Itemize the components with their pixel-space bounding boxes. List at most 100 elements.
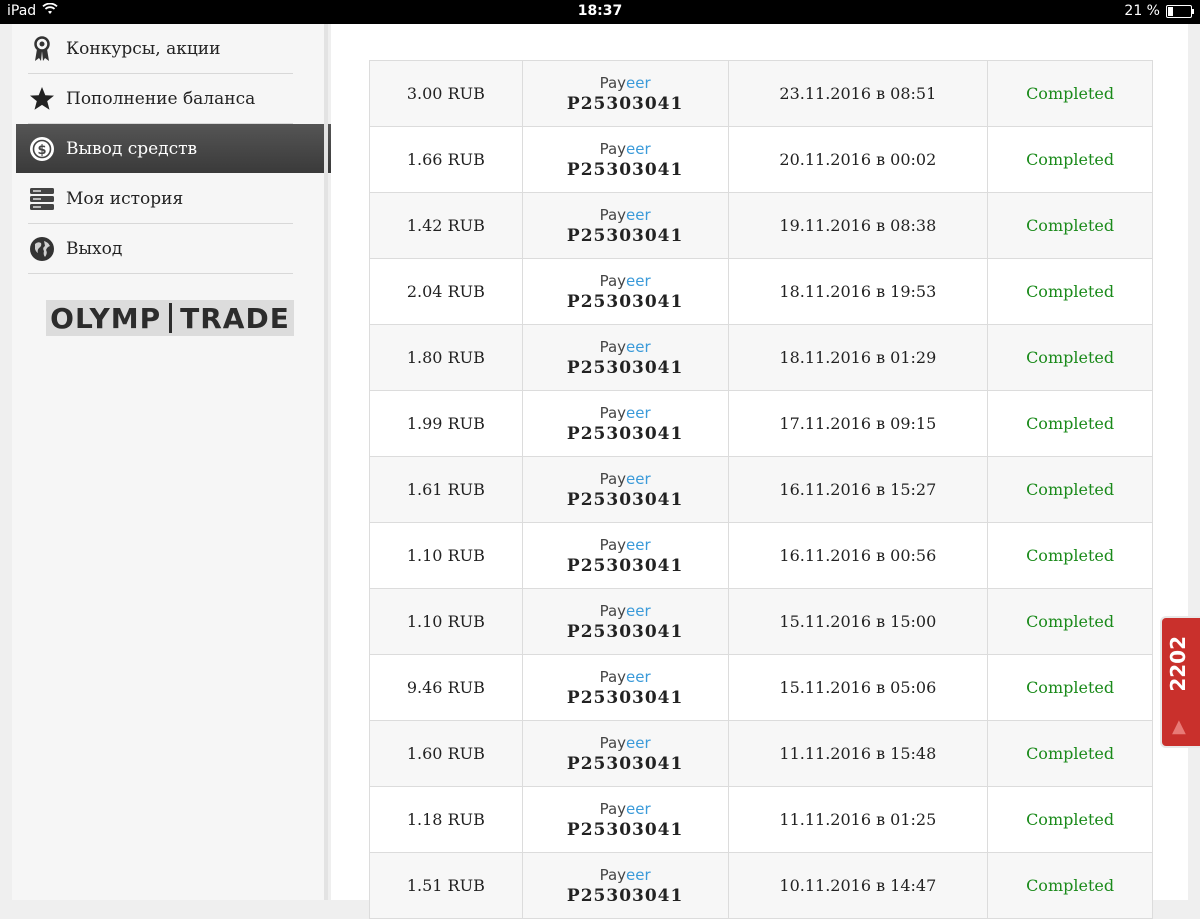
- payeer-logo: Payeer: [523, 601, 728, 621]
- payeer-logo-part1: Pay: [599, 271, 627, 290]
- sidebar-item-logout[interactable]: Выход: [28, 224, 293, 274]
- payeer-logo: Payeer: [523, 469, 728, 489]
- clock: 18:37: [577, 3, 623, 19]
- server-stack-icon: [28, 185, 56, 213]
- sidebar-item-deposit[interactable]: Пополнение баланса: [28, 74, 293, 124]
- status-cell: Completed: [987, 390, 1153, 457]
- table-row: 1.61 RUB Payeer P25303041 16.11.2016 в 15:2…: [369, 456, 1153, 523]
- status-badge: Completed: [1026, 414, 1115, 433]
- payment-system-cell: Payeer P25303041: [521, 720, 729, 787]
- amount-cell: 1.60 RUB: [369, 720, 523, 787]
- payeer-logo: Payeer: [523, 403, 728, 423]
- sidebar-item-history[interactable]: Моя история: [28, 174, 293, 224]
- status-badge: Completed: [1026, 150, 1115, 169]
- sidebar-item-label: Конкурсы, акции: [66, 38, 221, 59]
- payment-system-cell: Payeer P25303041: [521, 126, 729, 193]
- status-badge: Completed: [1026, 282, 1115, 301]
- logo-divider: [169, 303, 173, 333]
- payeer-logo-part2: eer: [626, 733, 651, 752]
- payeer-logo: Payeer: [523, 865, 728, 885]
- payeer-logo-part1: Pay: [599, 865, 627, 884]
- right-gutter: [1188, 24, 1200, 900]
- amount-cell: 1.10 RUB: [369, 522, 523, 589]
- status-cell: Completed: [987, 60, 1153, 127]
- sidebar-item-label: Вывод средств: [66, 138, 198, 159]
- account-number: P25303041: [566, 621, 684, 642]
- payeer-logo-part1: Pay: [599, 667, 627, 686]
- amount-cell: 1.10 RUB: [369, 588, 523, 655]
- date-cell: 11.11.2016 в 15:48: [727, 720, 989, 787]
- payment-system-cell: Payeer P25303041: [521, 588, 729, 655]
- status-badge: Completed: [1026, 612, 1115, 631]
- award-ribbon-icon: [28, 35, 56, 63]
- sidebar-item-contests[interactable]: Конкурсы, акции: [28, 24, 293, 74]
- status-badge: Completed: [1026, 876, 1115, 895]
- table-row: 1.42 RUB Payeer P25303041 19.11.2016 в 08:3…: [369, 192, 1153, 259]
- payeer-logo-part2: eer: [626, 337, 651, 356]
- sidebar-edge: [324, 24, 328, 900]
- status-badge: Completed: [1026, 348, 1115, 367]
- status-badge: Completed: [1026, 678, 1115, 697]
- account-number: P25303041: [566, 819, 684, 840]
- date-cell: 18.11.2016 в 01:29: [727, 324, 989, 391]
- table-row: 1.51 RUB Payeer P25303041 10.11.2016 в 14:4…: [369, 852, 1153, 919]
- date-cell: 17.11.2016 в 09:15: [727, 390, 989, 457]
- olymp-trade-logo[interactable]: OLYMP TRADE: [46, 300, 294, 336]
- date-cell: 16.11.2016 в 00:56: [727, 522, 989, 589]
- payeer-logo-part1: Pay: [599, 73, 627, 92]
- date-cell: 11.11.2016 в 01:25: [727, 786, 989, 853]
- sidebar-item-withdrawal[interactable]: $ Вывод средств: [16, 124, 348, 174]
- account-number: P25303041: [566, 159, 684, 180]
- amount-cell: 3.00 RUB: [369, 60, 523, 127]
- payeer-logo-part1: Pay: [599, 205, 627, 224]
- sidebar-item-label: Моя история: [66, 188, 184, 209]
- payeer-logo: Payeer: [523, 73, 728, 93]
- date-cell: 23.11.2016 в 08:51: [727, 60, 989, 127]
- account-number: P25303041: [566, 687, 684, 708]
- payeer-logo-part2: eer: [626, 205, 651, 224]
- globe-icon: [28, 235, 56, 263]
- payment-system-cell: Payeer P25303041: [521, 522, 729, 589]
- star-icon: [28, 85, 56, 113]
- payment-system-cell: Payeer P25303041: [521, 192, 729, 259]
- account-number: P25303041: [566, 489, 684, 510]
- dollar-coin-icon: $: [28, 135, 56, 163]
- logo-text-left: OLYMP: [50, 301, 162, 335]
- status-cell: Completed: [987, 786, 1153, 853]
- account-number: P25303041: [566, 555, 684, 576]
- status-cell: Completed: [987, 522, 1153, 589]
- account-number: P25303041: [566, 225, 684, 246]
- status-cell: Completed: [987, 654, 1153, 721]
- battery-percent: 21 %: [1124, 3, 1160, 19]
- payeer-logo-part1: Pay: [599, 733, 627, 752]
- status-cell: Completed: [987, 258, 1153, 325]
- withdrawal-table: 3.00 RUB Payeer P25303041 23.11.2016 в 08:5…: [369, 60, 1153, 919]
- payeer-logo: Payeer: [523, 799, 728, 819]
- battery-icon: [1166, 4, 1194, 18]
- sidebar-item-label: Пополнение баланса: [66, 88, 256, 109]
- status-cell: Completed: [987, 720, 1153, 787]
- account-number: P25303041: [566, 885, 684, 906]
- status-bar: iPad 18:37 21 %: [0, 0, 1200, 24]
- payeer-logo: Payeer: [523, 733, 728, 753]
- side-counter-badge[interactable]: 2202 ▲: [1160, 616, 1200, 748]
- table-row: 1.10 RUB Payeer P25303041 15.11.2016 в 15:0…: [369, 588, 1153, 655]
- status-badge: Completed: [1026, 810, 1115, 829]
- payeer-logo-part2: eer: [626, 535, 651, 554]
- date-cell: 18.11.2016 в 19:53: [727, 258, 989, 325]
- payeer-logo-part2: eer: [626, 403, 651, 422]
- payment-system-cell: Payeer P25303041: [521, 258, 729, 325]
- status-badge: Completed: [1026, 84, 1115, 103]
- table-row: 1.18 RUB Payeer P25303041 11.11.2016 в 01:2…: [369, 786, 1153, 853]
- table-row: 1.66 RUB Payeer P25303041 20.11.2016 в 00:0…: [369, 126, 1153, 193]
- date-cell: 16.11.2016 в 15:27: [727, 456, 989, 523]
- payeer-logo-part2: eer: [626, 799, 651, 818]
- amount-cell: 1.61 RUB: [369, 456, 523, 523]
- table-row: 3.00 RUB Payeer P25303041 23.11.2016 в 08:5…: [369, 60, 1153, 127]
- payeer-logo-part1: Pay: [599, 403, 627, 422]
- status-cell: Completed: [987, 456, 1153, 523]
- payeer-logo-part2: eer: [626, 73, 651, 92]
- payment-system-cell: Payeer P25303041: [521, 786, 729, 853]
- sidebar-item-label: Выход: [66, 238, 123, 259]
- payment-system-cell: Payeer P25303041: [521, 654, 729, 721]
